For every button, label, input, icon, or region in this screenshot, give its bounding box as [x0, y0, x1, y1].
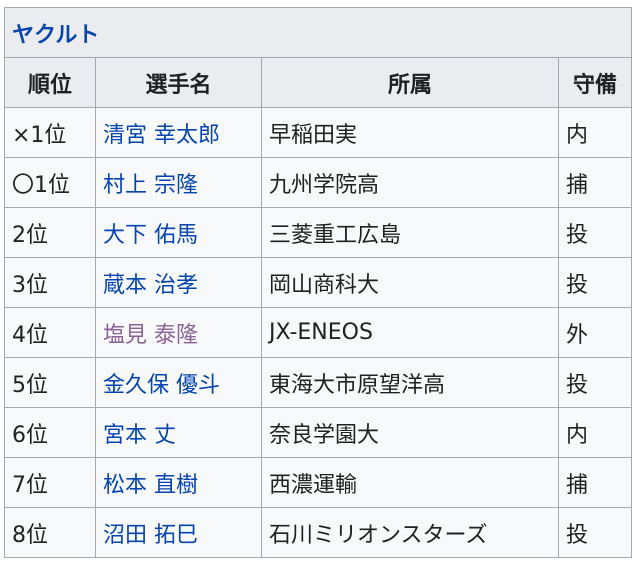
affiliation-cell: 石川ミリオンスターズ — [261, 507, 559, 558]
player-cell: 村上 宗隆 — [95, 157, 262, 208]
table-row: ×1位 清宮 幸太郎 早稲田実 内 — [4, 107, 633, 158]
player-link-visited[interactable]: 塩見 泰隆 — [103, 323, 198, 348]
player-link[interactable]: 大下 佑馬 — [103, 223, 198, 248]
affiliation-cell: 奈良学園大 — [261, 407, 559, 458]
player-cell: 蔵本 治孝 — [95, 257, 262, 308]
player-link[interactable]: 蔵本 治孝 — [103, 273, 198, 298]
player-link[interactable]: 金久保 優斗 — [103, 373, 220, 398]
draft-table-container: ヤクルト 順位 選手名 所属 守備 ×1位 清宮 幸太郎 早稲田実 内 〇1位 … — [3, 7, 633, 558]
position-cell: 投 — [557, 357, 633, 408]
player-link[interactable]: 村上 宗隆 — [103, 173, 198, 198]
rank-cell: ×1位 — [4, 107, 96, 158]
position-cell: 投 — [557, 507, 633, 558]
draft-picks-table: ヤクルト 順位 選手名 所属 守備 ×1位 清宮 幸太郎 早稲田実 内 〇1位 … — [3, 7, 633, 558]
player-cell: 清宮 幸太郎 — [95, 107, 262, 158]
affiliation-cell: 三菱重工広島 — [261, 207, 559, 258]
rank-cell: 2位 — [4, 207, 96, 258]
player-link[interactable]: 松本 直樹 — [103, 473, 198, 498]
player-cell: 宮本 丈 — [95, 407, 262, 458]
rank-cell: 3位 — [4, 257, 96, 308]
column-header-position: 守備 — [557, 57, 633, 108]
affiliation-cell: 岡山商科大 — [261, 257, 559, 308]
affiliation-cell: JX-ENEOS — [261, 307, 559, 358]
position-cell: 内 — [557, 107, 633, 158]
position-cell: 捕 — [557, 157, 633, 208]
table-row: 〇1位 村上 宗隆 九州学院高 捕 — [4, 157, 633, 208]
table-row: 6位 宮本 丈 奈良学園大 内 — [4, 407, 633, 458]
position-cell: 投 — [557, 207, 633, 258]
rank-cell: 4位 — [4, 307, 96, 358]
table-row: 2位 大下 佑馬 三菱重工広島 投 — [4, 207, 633, 258]
team-link[interactable]: ヤクルト — [12, 23, 99, 48]
player-link[interactable]: 沼田 拓巳 — [103, 523, 198, 548]
affiliation-cell: 早稲田実 — [261, 107, 559, 158]
table-row: 8位 沼田 拓巳 石川ミリオンスターズ 投 — [4, 507, 633, 558]
column-header-player: 選手名 — [95, 57, 262, 108]
affiliation-cell: 西濃運輸 — [261, 457, 559, 508]
player-link[interactable]: 清宮 幸太郎 — [103, 123, 220, 148]
rank-cell: 〇1位 — [4, 157, 96, 208]
table-row: 5位 金久保 優斗 東海大市原望洋高 投 — [4, 357, 633, 408]
position-cell: 捕 — [557, 457, 633, 508]
player-link[interactable]: 宮本 丈 — [103, 423, 176, 448]
player-cell: 松本 直樹 — [95, 457, 262, 508]
rank-cell: 7位 — [4, 457, 96, 508]
column-header-affiliation: 所属 — [261, 57, 559, 108]
player-cell: 大下 佑馬 — [95, 207, 262, 258]
position-cell: 投 — [557, 257, 633, 308]
column-header-rank: 順位 — [4, 57, 96, 108]
player-cell: 金久保 優斗 — [95, 357, 262, 408]
player-cell: 沼田 拓巳 — [95, 507, 262, 558]
table-header-row: 順位 選手名 所属 守備 — [4, 57, 633, 108]
table-row: 4位 塩見 泰隆 JX-ENEOS 外 — [4, 307, 633, 358]
affiliation-cell: 東海大市原望洋高 — [261, 357, 559, 408]
table-row: 3位 蔵本 治孝 岡山商科大 投 — [4, 257, 633, 308]
rank-cell: 6位 — [4, 407, 96, 458]
position-cell: 外 — [557, 307, 633, 358]
rank-cell: 5位 — [4, 357, 96, 408]
rank-cell: 8位 — [4, 507, 96, 558]
table-caption-row: ヤクルト — [3, 7, 633, 58]
player-cell: 塩見 泰隆 — [95, 307, 262, 358]
affiliation-cell: 九州学院高 — [261, 157, 559, 208]
position-cell: 内 — [557, 407, 633, 458]
table-row: 7位 松本 直樹 西濃運輸 捕 — [4, 457, 633, 508]
team-title[interactable]: ヤクルト — [3, 7, 633, 58]
